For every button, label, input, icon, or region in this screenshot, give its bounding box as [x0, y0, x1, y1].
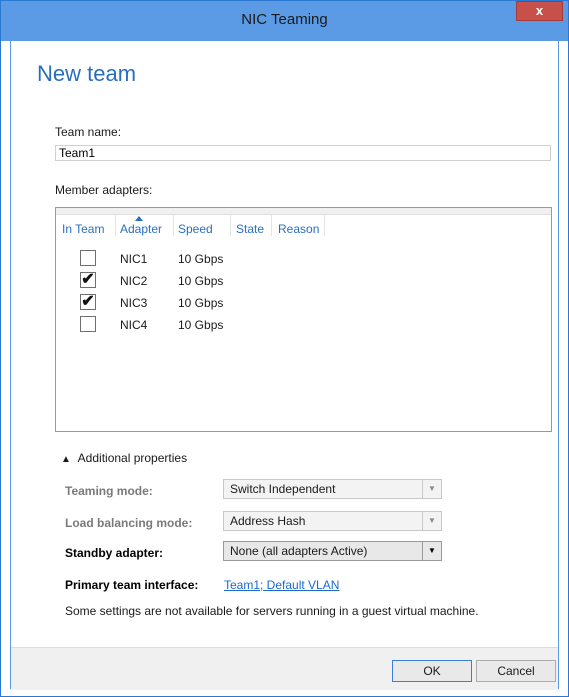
- list-top-bar: [56, 208, 551, 215]
- teaming-mode-label: Teaming mode:: [65, 484, 153, 498]
- speed-cell: 10 Gbps: [178, 296, 224, 310]
- team-name-input[interactable]: Team1: [55, 145, 551, 161]
- close-button[interactable]: x: [516, 1, 563, 21]
- team-name-label: Team name:: [55, 125, 122, 139]
- button-bar: OK Cancel: [11, 647, 558, 690]
- column-header-adapter[interactable]: Adapter: [120, 222, 162, 236]
- page-title: New team: [37, 61, 137, 86]
- column-divider[interactable]: [271, 214, 272, 236]
- table-row[interactable]: NIC1 10 Gbps: [56, 248, 551, 270]
- standby-adapter-dropdown[interactable]: None (all adapters Active) ▼: [223, 541, 442, 561]
- adapter-cell: NIC3: [120, 296, 148, 310]
- load-balancing-value: Address Hash: [230, 514, 306, 528]
- chevron-down-icon: ▼: [422, 480, 441, 498]
- adapter-cell: NIC2: [120, 274, 148, 288]
- column-divider[interactable]: [173, 214, 174, 236]
- title-bar[interactable]: NIC Teaming x: [1, 1, 568, 41]
- standby-adapter-value: None (all adapters Active): [230, 544, 368, 558]
- in-team-checkbox[interactable]: [80, 316, 96, 332]
- in-team-checkbox[interactable]: [80, 250, 96, 266]
- nic-teaming-window: NIC Teaming x New team Team name: Team1 …: [0, 0, 569, 697]
- sort-ascending-icon: [135, 216, 143, 221]
- speed-cell: 10 Gbps: [178, 318, 224, 332]
- additional-properties-label: Additional properties: [77, 451, 188, 465]
- guest-vm-note: Some settings are not available for serv…: [65, 604, 479, 618]
- standby-adapter-label: Standby adapter:: [65, 546, 164, 560]
- member-adapters-list: In Team Adapter Speed State Reason NIC1 …: [55, 207, 552, 432]
- column-header-state[interactable]: State: [236, 222, 264, 236]
- primary-interface-link[interactable]: Team1; Default VLAN: [224, 578, 339, 592]
- dialog-body: New team Team name: Team1 Member adapter…: [10, 41, 559, 690]
- column-header-in-team[interactable]: In Team: [62, 222, 104, 236]
- chevron-down-icon: ▼: [422, 542, 441, 560]
- column-header-speed[interactable]: Speed: [178, 222, 213, 236]
- member-adapters-label: Member adapters:: [55, 183, 153, 197]
- additional-properties-toggle[interactable]: ▲ Additional properties: [61, 451, 187, 465]
- ok-button[interactable]: OK: [392, 660, 472, 682]
- column-header-reason[interactable]: Reason: [278, 222, 319, 236]
- column-divider[interactable]: [324, 214, 325, 236]
- in-team-checkbox[interactable]: ✔: [80, 272, 96, 288]
- load-balancing-label: Load balancing mode:: [65, 516, 193, 530]
- adapter-cell: NIC1: [120, 252, 148, 266]
- table-row[interactable]: NIC4 10 Gbps: [56, 314, 551, 336]
- cancel-button[interactable]: Cancel: [476, 660, 556, 682]
- table-row[interactable]: ✔ NIC3 10 Gbps: [56, 292, 551, 314]
- speed-cell: 10 Gbps: [178, 252, 224, 266]
- column-divider[interactable]: [230, 214, 231, 236]
- adapter-cell: NIC4: [120, 318, 148, 332]
- window-title: NIC Teaming: [241, 11, 328, 28]
- teaming-mode-value: Switch Independent: [230, 482, 336, 496]
- table-row[interactable]: ✔ NIC2 10 Gbps: [56, 270, 551, 292]
- teaming-mode-dropdown[interactable]: Switch Independent ▼: [223, 479, 442, 499]
- primary-interface-label: Primary team interface:: [65, 578, 199, 592]
- in-team-checkbox[interactable]: ✔: [80, 294, 96, 310]
- speed-cell: 10 Gbps: [178, 274, 224, 288]
- chevron-up-icon: ▲: [61, 454, 71, 465]
- column-divider[interactable]: [115, 214, 116, 236]
- chevron-down-icon: ▼: [422, 512, 441, 530]
- load-balancing-dropdown[interactable]: Address Hash ▼: [223, 511, 442, 531]
